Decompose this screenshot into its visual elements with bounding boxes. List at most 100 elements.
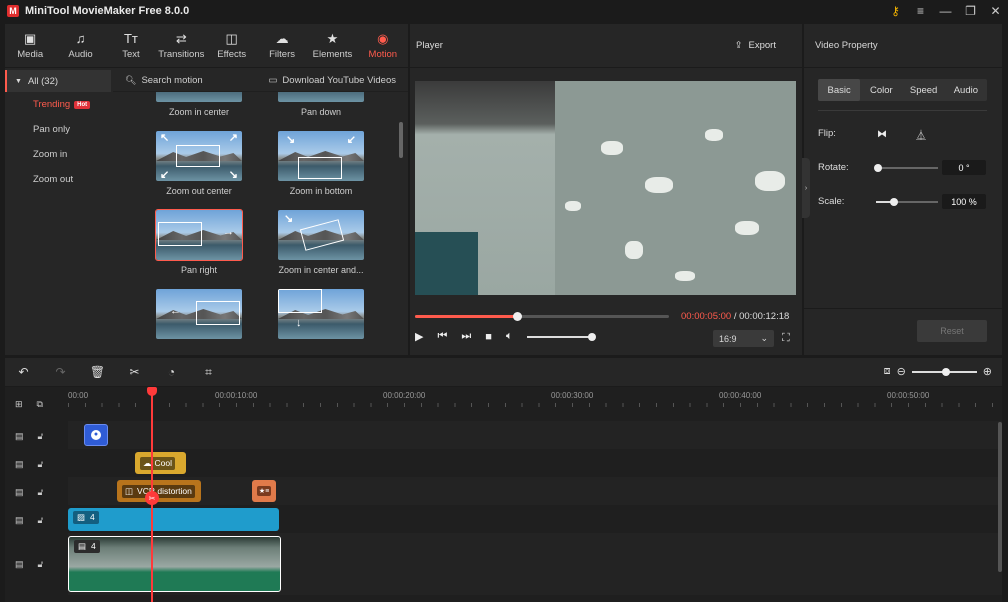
element-clip[interactable]: ● xyxy=(84,424,108,446)
category-trending[interactable]: Trending Hot xyxy=(5,92,111,117)
thumb-image xyxy=(278,92,364,102)
play-icon[interactable]: ▶ xyxy=(415,330,423,343)
copy-track-icon[interactable]: ⧉ xyxy=(37,399,43,410)
property-title: Video Property xyxy=(804,24,1002,68)
menu-icon[interactable]: ≡ xyxy=(908,4,933,18)
gallery-scrollbar[interactable] xyxy=(399,122,403,158)
previous-frame-icon[interactable]: ⏮ xyxy=(437,330,447,343)
category-zoom-out[interactable]: Zoom out xyxy=(5,167,111,192)
key-icon[interactable]: ⚷ xyxy=(883,4,908,18)
rotate-value[interactable]: 0 ° xyxy=(942,160,986,175)
effect-clip[interactable]: ◫ VCR distortion xyxy=(117,480,201,502)
library-panel: ▣ Media ♫ Audio Tт Text ⇄ Transitions ◫ Effec… xyxy=(5,24,408,355)
window-controls: ⚷ ≡ — ❐ ✕ xyxy=(883,0,1008,22)
rotate-slider[interactable] xyxy=(874,164,938,172)
split-icon[interactable]: ✂ xyxy=(116,365,153,379)
lock-icon[interactable]: 🔓︎ xyxy=(38,515,44,526)
category-pan-only[interactable]: Pan only xyxy=(5,117,111,142)
motion-thumbnails: Zoom in center Pan down ↖ ↗ ↙ ↘ Zoom out ce… xyxy=(113,92,403,355)
zoom-out-icon[interactable]: ⊖ xyxy=(897,365,906,378)
scale-slider[interactable] xyxy=(876,198,938,206)
timeline-scrollbar[interactable] xyxy=(998,422,1002,572)
total-time: 00:00:12:18 xyxy=(739,311,790,322)
volume-knob[interactable] xyxy=(587,332,596,341)
add-track-icon[interactable]: ⊞ xyxy=(15,399,23,410)
undo-icon[interactable]: ↶ xyxy=(5,365,42,379)
delete-icon[interactable]: 🗑︎ xyxy=(79,365,116,379)
tab-speed[interactable]: Speed xyxy=(903,79,945,101)
tab-effects[interactable]: ◫ Effects xyxy=(207,24,257,67)
fullscreen-icon[interactable]: ⛶ xyxy=(782,332,790,345)
stop-icon[interactable]: ■ xyxy=(485,331,492,343)
speed-icon[interactable]: ◔ xyxy=(153,365,190,379)
fit-icon[interactable]: ⧈ xyxy=(884,365,891,378)
flip-vertical-icon[interactable]: ⏅ xyxy=(912,127,930,142)
thumb-image: ↖ ↗ ↙ ↘ xyxy=(156,131,242,181)
track-effects xyxy=(68,477,1002,505)
category-list: ▼ All (32) Trending Hot Pan only Zoom in Z… xyxy=(5,70,111,355)
video-clip[interactable]: ▤ 4 xyxy=(68,536,281,592)
motion-icon: ◉ xyxy=(377,30,389,46)
lock-icon[interactable]: 🔓︎ xyxy=(38,559,44,570)
tab-audio[interactable]: ♫ Audio xyxy=(55,24,105,67)
scale-value[interactable]: 100 % xyxy=(942,194,986,209)
reset-button[interactable]: Reset xyxy=(917,320,987,342)
image-clip[interactable]: ▨ 4 xyxy=(68,508,279,531)
next-frame-icon[interactable]: ⏭ xyxy=(461,330,471,343)
zoom-slider[interactable] xyxy=(911,367,977,376)
tab-motion[interactable]: ◉ Motion xyxy=(358,24,408,67)
motion-thumb[interactable]: ↘ ↙ Zoom in bottom xyxy=(277,131,365,196)
tab-elements[interactable]: ★ Elements xyxy=(307,24,357,67)
divider xyxy=(818,110,987,111)
category-all[interactable]: ▼ All (32) xyxy=(5,70,111,92)
tab-filters[interactable]: ☁ Filters xyxy=(257,24,307,67)
search-input[interactable]: 🔍︎ Search motion xyxy=(125,75,203,86)
rotate-knob[interactable] xyxy=(874,164,882,172)
tab-audio-prop[interactable]: Audio xyxy=(945,79,987,101)
motion-thumb[interactable]: Zoom in center xyxy=(155,92,243,117)
motion-thumb[interactable]: ↖ ↗ ↙ ↘ Zoom out center xyxy=(155,131,243,196)
redo-icon[interactable]: ↷ xyxy=(42,365,79,379)
volume-slider[interactable] xyxy=(526,332,596,341)
motion-clip-icon: ★≡ xyxy=(256,486,272,496)
progress-knob[interactable] xyxy=(512,312,522,321)
motion-thumb[interactable]: ↓ xyxy=(277,289,365,344)
thumb-image xyxy=(156,92,242,102)
volume-icon[interactable]: 🔈︎ xyxy=(506,330,513,343)
lock-icon[interactable]: 🔓︎ xyxy=(38,431,44,442)
playback-progress[interactable] xyxy=(415,312,669,321)
lock-icon[interactable]: 🔓︎ xyxy=(38,487,44,498)
timecode: 00:00:05:00 / 00:00:12:18 xyxy=(681,311,790,322)
scale-knob[interactable] xyxy=(890,198,898,206)
flip-horizontal-icon[interactable]: ⧓ xyxy=(873,127,891,141)
crop-icon[interactable]: ⌗ xyxy=(190,365,227,380)
track-header: ▤ 🔓︎ xyxy=(15,515,43,526)
flip-label: Flip: xyxy=(818,128,836,139)
motion-thumb[interactable]: ↘ Zoom in center and... xyxy=(277,210,365,275)
tab-color[interactable]: Color xyxy=(860,79,902,101)
category-zoom-in[interactable]: Zoom in xyxy=(5,142,111,167)
filter-clip[interactable]: ☁ Cool xyxy=(135,452,186,474)
scissors-icon[interactable]: ✂ xyxy=(145,491,159,505)
current-time: 00:00:05:00 xyxy=(681,311,732,322)
motion-thumb[interactable]: → Pan right xyxy=(155,209,243,275)
minimize-icon[interactable]: — xyxy=(933,4,958,18)
collapse-panel-icon[interactable]: › xyxy=(802,158,810,218)
rotate-label: Rotate: xyxy=(818,162,849,173)
tab-text[interactable]: Tт Text xyxy=(106,24,156,67)
zoom-knob[interactable] xyxy=(941,367,950,376)
motion-thumb[interactable]: ← xyxy=(155,289,243,344)
download-youtube-link[interactable]: ▭ Download YouTube Videos xyxy=(268,75,396,86)
maximize-icon[interactable]: ❐ xyxy=(958,4,983,18)
tab-basic[interactable]: Basic xyxy=(818,79,861,101)
tab-transitions[interactable]: ⇄ Transitions xyxy=(156,24,206,67)
zoom-in-icon[interactable]: ⊕ xyxy=(983,365,992,378)
lock-icon[interactable]: 🔓︎ xyxy=(38,459,44,470)
tab-media[interactable]: ▣ Media xyxy=(5,24,55,67)
export-button[interactable]: ⇪ Export xyxy=(735,40,776,51)
time-ruler[interactable]: 00:00 00:00:10:00 00:00:20:00 00:00:30:0… xyxy=(68,387,1002,409)
close-icon[interactable]: ✕ xyxy=(983,4,1008,18)
motion-thumb[interactable]: Pan down xyxy=(277,92,365,117)
motion-clip[interactable]: ★≡ xyxy=(252,480,276,502)
aspect-ratio-select[interactable]: 16:9 ⌄ xyxy=(713,330,774,347)
